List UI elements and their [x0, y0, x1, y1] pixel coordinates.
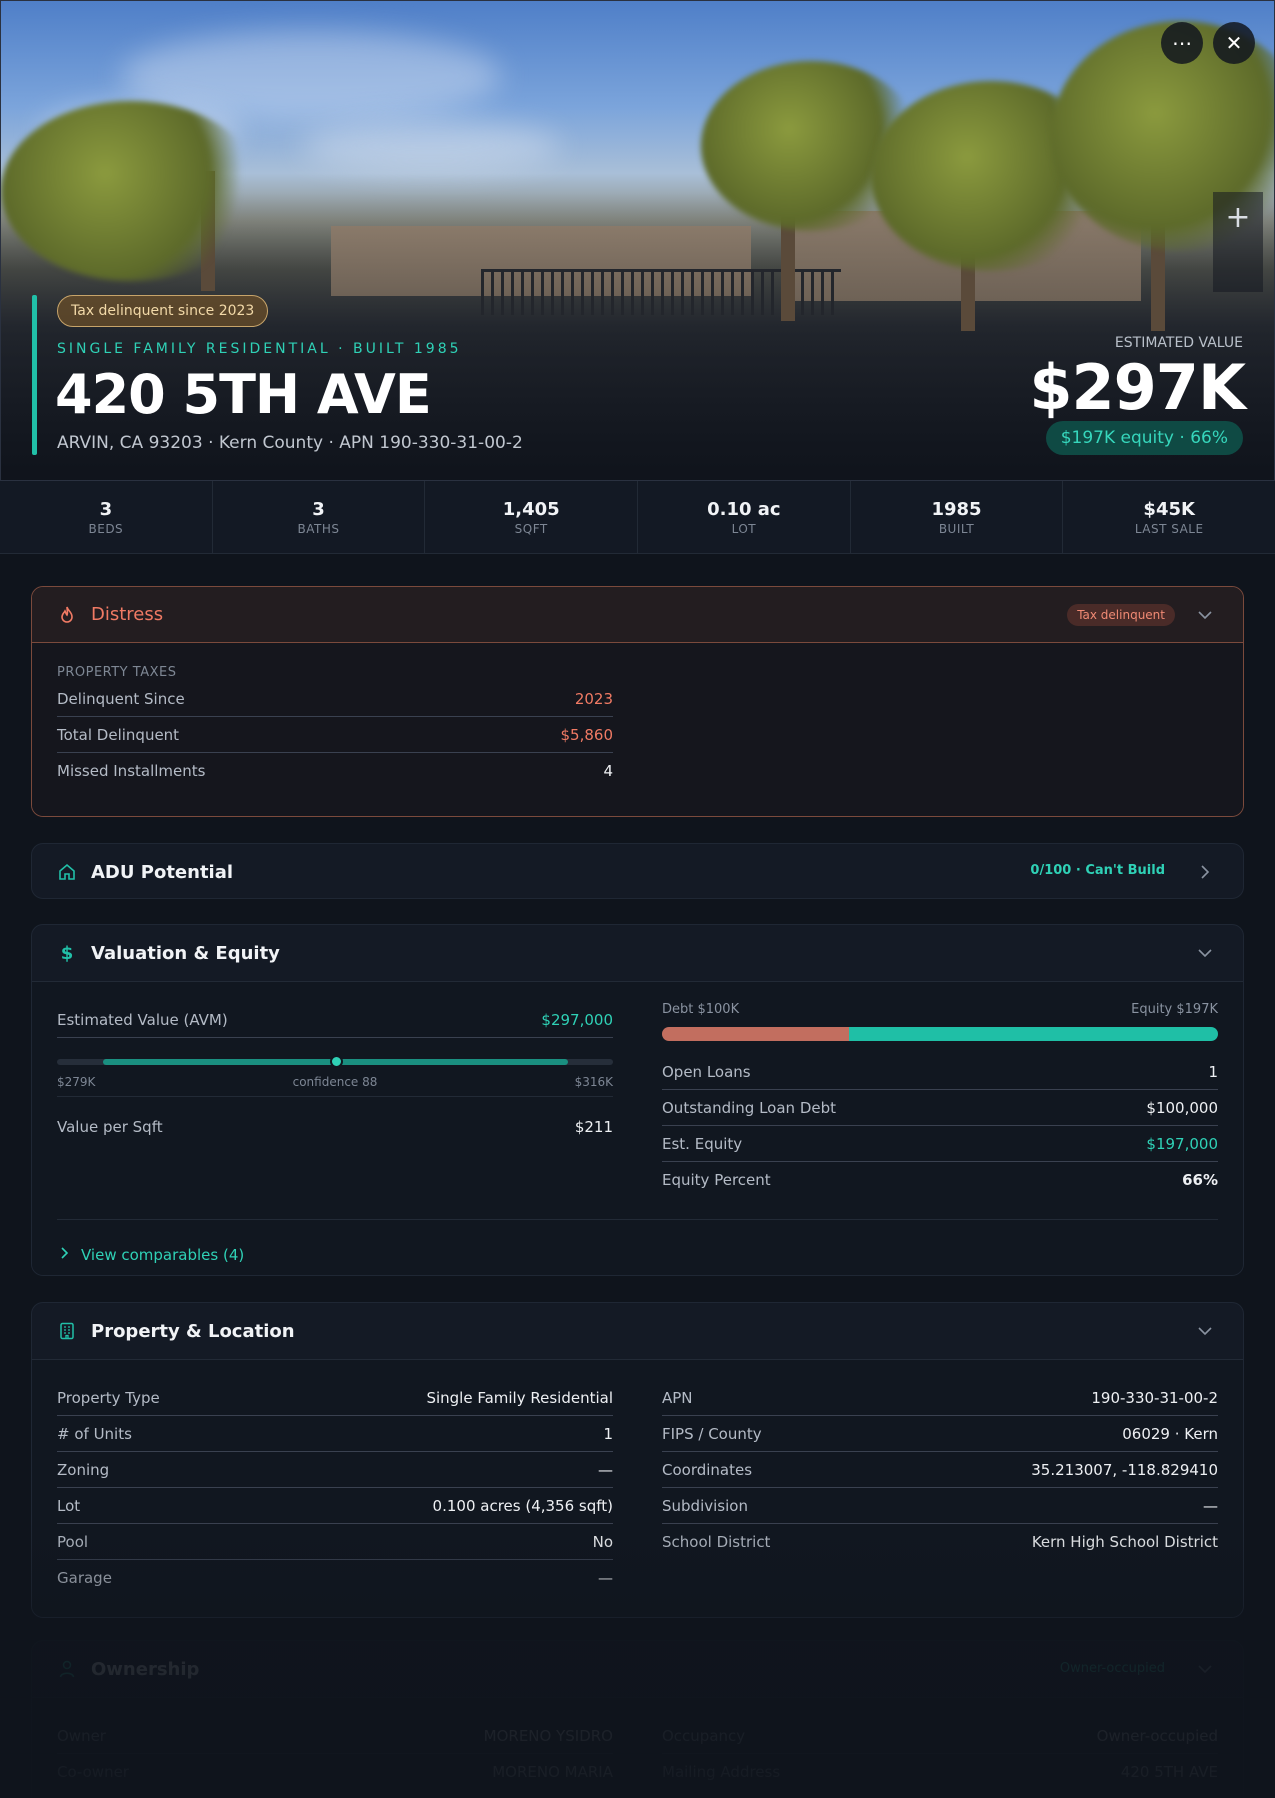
table-row: Equity Percent 66%	[662, 1171, 1218, 1189]
distress-body: PROPERTY TAXES Delinquent Since 2023 Tota…	[32, 643, 1243, 816]
adu-potential-card[interactable]: ADU Potential 0/100 · Can't Build	[31, 843, 1244, 899]
stat-last-sale: $45K LAST SALE	[1134, 498, 1204, 536]
hero-photo: ⋯ ✕ + Tax delinquent since 2023 SINGLE F…	[0, 0, 1275, 480]
flame-icon	[57, 605, 77, 625]
table-row: Owner MORENO YSIDRO	[57, 1718, 613, 1754]
avm-range-labels: $279K confidence 88 $316K	[57, 1075, 613, 1089]
zoom-in-button[interactable]: +	[1213, 192, 1263, 242]
chevron-right-icon[interactable]	[1195, 862, 1215, 882]
view-comparables-link[interactable]: View comparables (4)	[57, 1219, 1218, 1264]
avm-column: Estimated Value (AVM) $297,000 $279K con…	[57, 1002, 613, 1136]
estimated-value-label: ESTIMATED VALUE	[1114, 335, 1243, 351]
equity-table: Open Loans 1 Outstanding Loan Debt $100,00…	[662, 1054, 1218, 1198]
ownership-body: Owner MORENO YSIDRO Co-owner MORENO MARIA …	[32, 1697, 1243, 1798]
distress-header[interactable]: Distress Tax delinquent	[32, 587, 1243, 643]
zoom-out-button[interactable]	[1213, 242, 1263, 292]
table-row: Co-owner MORENO MARIA	[57, 1763, 613, 1781]
adu-score: 0/100 · Can't Build	[1030, 863, 1165, 878]
occupancy-badge: Owner-occupied	[1059, 1661, 1165, 1676]
valuation-equity-card: $ Valuation & Equity Estimated Value (AV…	[31, 924, 1244, 1276]
ownership-header[interactable]: Ownership Owner-occupied	[32, 1641, 1243, 1697]
table-row: Zoning —	[57, 1452, 613, 1488]
stat-beds: 3 BEDS	[0, 481, 213, 553]
ownership-left-table: Owner MORENO YSIDRO Co-owner MORENO MARIA	[57, 1718, 613, 1790]
debt-equity-labels: Debt $100K Equity $197K	[662, 1002, 1218, 1017]
distress-table: Delinquent Since 2023 Total Delinquent $5,…	[57, 681, 613, 789]
table-row: Missed Installments 4	[57, 762, 613, 780]
ownership-title: Ownership	[91, 1658, 200, 1680]
table-row: Est. Equity $197,000	[662, 1126, 1218, 1162]
table-row: # of Units 1	[57, 1416, 613, 1452]
address-subtitle: ARVIN, CA 93203 · Kern County · APN 190-…	[57, 433, 523, 453]
stat-sqft: 1,405 SQFT	[425, 481, 639, 553]
more-options-button[interactable]: ⋯	[1161, 22, 1203, 64]
page-title: 420 5TH AVE	[55, 363, 432, 426]
avm-marker	[330, 1055, 343, 1068]
stat-built: 1985 BUILT	[851, 481, 1064, 553]
debt-segment	[662, 1027, 850, 1041]
property-right-table: APN 190-330-31-00-2 FIPS / County 06029 · …	[662, 1380, 1218, 1560]
stat-baths: 3 BATHS	[213, 481, 426, 553]
adu-header[interactable]: ADU Potential 0/100 · Can't Build	[32, 844, 1243, 898]
chevron-right-icon	[61, 1247, 69, 1263]
close-icon: ✕	[1225, 31, 1243, 55]
valuation-body: Estimated Value (AVM) $297,000 $279K con…	[32, 981, 1243, 1275]
distress-title: Distress	[91, 604, 164, 625]
accent-bar	[32, 295, 37, 455]
equity-badge: $197K equity · 66%	[1045, 421, 1243, 455]
home-icon	[57, 862, 77, 882]
table-row: APN 190-330-31-00-2	[662, 1380, 1218, 1416]
property-title: Property & Location	[91, 1320, 295, 1342]
adu-title: ADU Potential	[91, 861, 234, 883]
table-row: School District Kern High School District	[662, 1533, 1218, 1551]
table-row: Occupancy Owner-occupied	[662, 1718, 1218, 1754]
table-row: Delinquent Since 2023	[57, 681, 613, 717]
table-row: Subdivision —	[662, 1488, 1218, 1524]
table-row: Garage —	[57, 1569, 613, 1587]
dollar-icon: $	[60, 942, 74, 964]
estimated-value: $297K	[1029, 351, 1246, 424]
property-subtype: SINGLE FAMILY RESIDENTIAL · BUILT 1985	[57, 341, 462, 357]
table-row: Pool No	[57, 1524, 613, 1560]
property-body: Property Type Single Family Residential #…	[32, 1359, 1243, 1617]
property-left-table: Property Type Single Family Residential #…	[57, 1380, 613, 1596]
table-row: FIPS / County 06029 · Kern	[662, 1416, 1218, 1452]
table-row: Coordinates 35.213007, -118.829410	[662, 1452, 1218, 1488]
table-row: Total Delinquent $5,860	[57, 717, 613, 753]
user-icon	[57, 1659, 77, 1679]
valuation-title: Valuation & Equity	[91, 942, 280, 964]
chevron-down-icon[interactable]	[1195, 605, 1215, 625]
valuation-header[interactable]: $ Valuation & Equity	[32, 925, 1243, 981]
table-row: Property Type Single Family Residential	[57, 1380, 613, 1416]
property-header[interactable]: Property & Location	[32, 1303, 1243, 1359]
chevron-down-icon[interactable]	[1195, 1321, 1215, 1341]
ownership-right-table: Occupancy Owner-occupied Mailing Address 4…	[662, 1718, 1218, 1790]
table-row: Outstanding Loan Debt $100,000	[662, 1090, 1218, 1126]
property-location-card: Property & Location Property Type Single …	[31, 1302, 1244, 1618]
more-icon: ⋯	[1172, 31, 1192, 55]
ownership-card: Ownership Owner-occupied Owner MORENO YSI…	[31, 1640, 1244, 1798]
tax-delinquent-badge: Tax delinquent since 2023	[57, 295, 269, 327]
stat-lot: 0.10 ac LOT	[638, 481, 851, 553]
distress-badge: Tax delinquent	[1067, 604, 1175, 626]
plus-icon: +	[1225, 199, 1251, 235]
building-icon	[57, 1321, 77, 1341]
equity-segment	[849, 1027, 1218, 1041]
close-button[interactable]: ✕	[1213, 22, 1255, 64]
table-row: Open Loans 1	[662, 1054, 1218, 1090]
chevron-down-icon[interactable]	[1195, 1659, 1215, 1679]
avm-row: Estimated Value (AVM) $297,000	[57, 1002, 613, 1038]
section-label: PROPERTY TAXES	[57, 665, 177, 680]
distress-card: Distress Tax delinquent PROPERTY TAXES D…	[31, 586, 1244, 817]
table-row: Mailing Address 420 5TH AVE	[662, 1763, 1218, 1781]
stats-bar: 3 BEDS 3 BATHS 1,405 SQFT 0.10 ac LOT 1985 BU…	[0, 480, 1275, 554]
debt-equity-bar	[662, 1027, 1218, 1041]
value-per-sqft-row: Value per Sqft $211	[57, 1118, 613, 1136]
chevron-down-icon[interactable]	[1195, 943, 1215, 963]
table-row: Lot 0.100 acres (4,356 sqft)	[57, 1488, 613, 1524]
